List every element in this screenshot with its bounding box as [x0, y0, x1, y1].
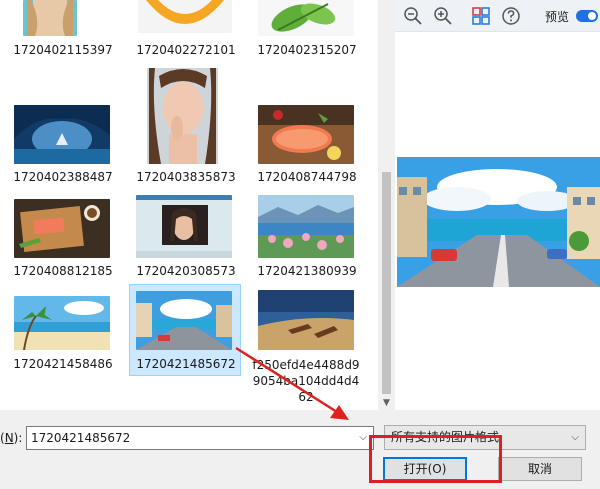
grid-icon[interactable] [471, 6, 491, 26]
dialog-footer: (N): 1720421485672 ⌵ 所有支持的图片格式 ⌵ 打开(O) 取… [0, 410, 600, 489]
cancel-button[interactable]: 取消 [498, 457, 582, 481]
thumbnail-f250efd4e4488d99054ba104dd4d462[interactable] [258, 290, 354, 350]
file-label: 1720421485672 [136, 357, 236, 371]
thumbnail-1720421485672[interactable] [136, 291, 232, 350]
file-label: 1720402388487 [13, 170, 113, 184]
file-label: 1720402272101 [136, 43, 236, 57]
file-label: 1720402315207 [257, 43, 357, 57]
thumbnail-1720421380939[interactable] [258, 195, 354, 258]
thumbnail-1720403835873[interactable] [147, 68, 218, 164]
file-label: 1720408812185 [13, 264, 113, 278]
vertical-scrollbar[interactable]: ▼ [378, 0, 395, 410]
scrollbar-thumb[interactable] [382, 172, 391, 394]
open-button[interactable]: 打开(O) [383, 457, 467, 481]
zoom-in-icon[interactable] [433, 6, 453, 26]
filename-input[interactable]: 1720421485672 [26, 426, 374, 450]
preview-toolbar: 预览 [395, 0, 600, 32]
filename-label-accesskey: N [4, 431, 14, 445]
filename-label-suffix: ): [13, 431, 23, 445]
preview-label: 预览 [545, 10, 570, 24]
thumbnail-1720408744798[interactable] [258, 105, 354, 164]
thumbnail-1720402272101[interactable] [138, 0, 232, 33]
file-label: f250efd4e4488d99054ba104dd4d462 [252, 358, 360, 404]
filename-label: (N): [0, 431, 22, 445]
preview-image [397, 157, 600, 287]
zoom-out-icon[interactable] [403, 6, 423, 26]
file-label: 1720403835873 [136, 170, 236, 184]
file-label: 1720420308573 [136, 264, 236, 278]
filetype-select[interactable]: 所有支持的图片格式 ⌵ [384, 425, 586, 450]
preview-toggle[interactable] [576, 10, 598, 22]
filetype-selected-value: 所有支持的图片格式 [391, 430, 500, 444]
chevron-down-icon[interactable]: ⌵ [356, 431, 370, 445]
file-label: 1720421380939 [257, 264, 357, 278]
thumbnail-1720402388487[interactable] [14, 105, 110, 164]
file-grid[interactable]: 1720402115397 1720402272101 172040231520… [0, 0, 378, 410]
scroll-down-arrow-icon[interactable]: ▼ [381, 398, 392, 408]
help-icon[interactable] [501, 6, 521, 26]
thumbnail-1720408812185[interactable] [14, 199, 110, 258]
chevron-down-icon: ⌵ [571, 432, 579, 443]
file-label: 1720421458486 [13, 357, 113, 371]
thumbnail-1720421458486[interactable] [14, 296, 110, 350]
preview-pane: 预览 [395, 0, 600, 410]
thumbnail-1720420308573[interactable] [136, 195, 232, 258]
file-label: 1720402115397 [13, 43, 113, 57]
thumbnail-1720402115397[interactable] [23, 0, 77, 36]
thumbnail-1720402315207[interactable] [258, 0, 354, 36]
file-label: 1720408744798 [257, 170, 357, 184]
